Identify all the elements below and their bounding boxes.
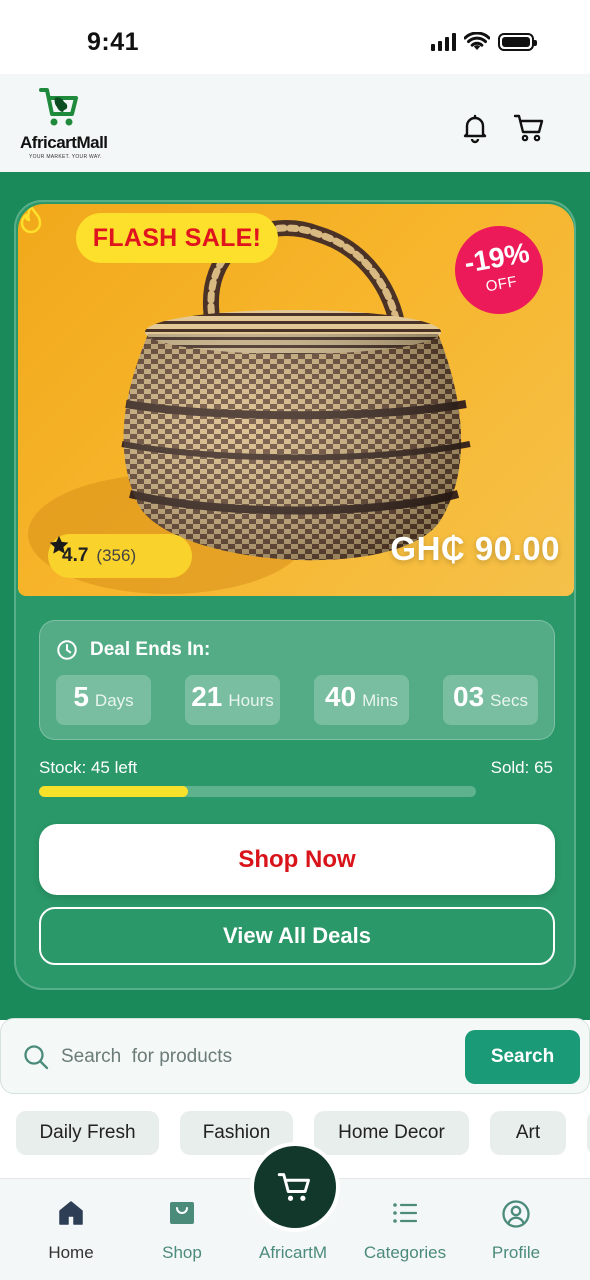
clock-icon <box>57 640 77 660</box>
bell-icon[interactable] <box>459 112 491 144</box>
countdown-mins: 40 Mins <box>314 675 409 725</box>
rating-pill: 4.7 (356) <box>48 534 192 578</box>
search-icon <box>24 1045 49 1070</box>
flash-sale-badge: FLASH SALE! <box>76 213 278 263</box>
countdown-title: Deal Ends In: <box>90 639 211 660</box>
wifi-icon <box>464 32 490 50</box>
nav-africartm-label: AfricartM <box>259 1243 327 1262</box>
view-all-deals-button[interactable]: View All Deals <box>39 907 555 965</box>
status-bar: 9:41 <box>0 0 590 74</box>
chip-home-decor[interactable]: Home Decor <box>314 1111 469 1155</box>
nav-home[interactable]: Home <box>16 1179 126 1280</box>
cart-icon[interactable] <box>513 112 545 144</box>
nav-profile[interactable]: Profile <box>461 1179 571 1280</box>
search-button-label: Search <box>490 1046 555 1067</box>
nav-shop[interactable]: Shop <box>127 1179 237 1280</box>
status-icons <box>431 32 537 52</box>
stock-label: Stock: 45 left <box>39 758 138 777</box>
flash-sale-section: FLASH SALE! -19% OFF 4.7 (356) GH₵ 90.00 <box>0 172 590 1020</box>
view-all-deals-label: View All Deals <box>223 923 371 948</box>
cart-icon <box>277 1173 310 1201</box>
nav-home-label: Home <box>48 1243 94 1262</box>
shop-now-button[interactable]: Shop Now <box>39 824 555 895</box>
product-price: GH₵ 90.00 <box>390 530 560 567</box>
stock-progress-bar <box>39 786 476 797</box>
nav-categories[interactable]: Categories <box>350 1179 460 1280</box>
logo-tagline: YOUR MARKET. YOUR WAY. <box>29 154 102 160</box>
rating-count: (356) <box>96 546 137 565</box>
product-image[interactable]: FLASH SALE! -19% OFF 4.7 (356) GH₵ 90.00 <box>18 204 574 596</box>
stock-progress-fill <box>39 786 188 797</box>
countdown-secs: 03 Secs <box>443 675 538 725</box>
fire-icon <box>20 204 42 234</box>
nav-shop-label: Shop <box>162 1243 202 1262</box>
signal-icon <box>431 33 456 51</box>
search-button[interactable]: Search <box>465 1030 580 1084</box>
home-icon <box>59 1201 83 1225</box>
status-time: 9:41 <box>87 28 140 56</box>
chip-art[interactable]: Art <box>490 1111 566 1155</box>
list-icon <box>393 1203 418 1223</box>
nav-profile-label: Profile <box>491 1243 541 1262</box>
nav-categories-label: Categories <box>363 1243 447 1262</box>
deal-countdown: Deal Ends In: 5 Days 21 Hours 40 Mins 03… <box>39 620 555 740</box>
user-icon <box>502 1200 530 1228</box>
center-cart-button[interactable] <box>250 1142 340 1232</box>
app-header: AfricartMall YOUR MARKET. YOUR WAY. <box>0 74 590 172</box>
shopping-bag-icon <box>170 1202 194 1224</box>
sold-label: Sold: 65 <box>490 758 553 777</box>
countdown-days: 5 Days <box>56 675 151 725</box>
deal-card: FLASH SALE! -19% OFF 4.7 (356) GH₵ 90.00 <box>14 200 576 990</box>
logo-cart-icon <box>39 88 78 126</box>
app-logo[interactable]: AfricartMall YOUR MARKET. YOUR WAY. <box>20 84 110 164</box>
shop-now-label: Shop Now <box>238 845 356 873</box>
chip-daily-fresh[interactable]: Daily Fresh <box>16 1111 159 1155</box>
logo-name: AfricartMall <box>20 133 108 152</box>
star-icon <box>49 535 69 554</box>
countdown-hours: 21 Hours <box>185 675 280 725</box>
battery-icon <box>498 33 537 51</box>
search-input[interactable] <box>61 1039 451 1075</box>
flash-sale-label: FLASH SALE! <box>92 223 262 252</box>
search-bar: Search <box>0 1018 590 1094</box>
